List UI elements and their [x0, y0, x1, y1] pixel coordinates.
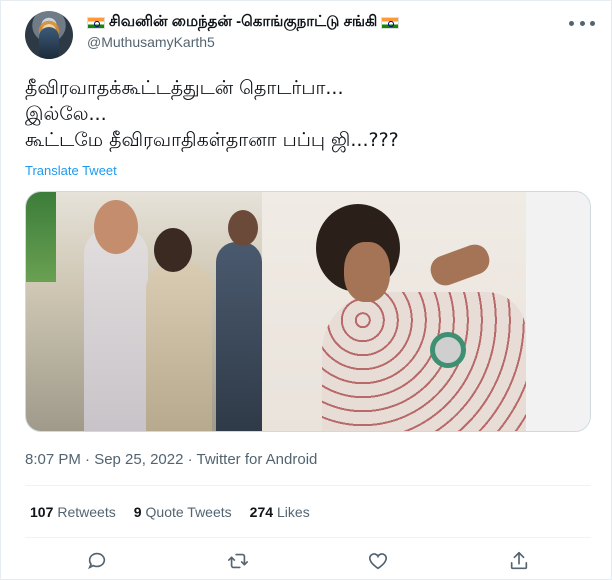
retweet-icon[interactable]: [226, 549, 250, 573]
tweet-text-line: கூட்டமே தீவிரவாதிகள்தானா பப்பு ஜி...???: [25, 129, 399, 151]
translate-tweet-link[interactable]: Translate Tweet: [25, 163, 117, 178]
user-handle[interactable]: @MuthusamyKarth5: [87, 34, 215, 50]
quote-tweets-stat[interactable]: 9 Quote Tweets: [134, 504, 232, 520]
tweet-text: தீவிரவாதக்கூட்டத்துடன் தொடர்பா... இல்லே.…: [25, 75, 595, 153]
media-person-head: [154, 228, 192, 272]
media-person-body: [146, 262, 212, 431]
media-person-body: [216, 242, 262, 431]
media-left-photo: [26, 192, 262, 431]
tweet-timestamp[interactable]: 8:07 PM · Sep 25, 2022 · Twitter for And…: [25, 451, 317, 468]
likes-count: 274: [249, 504, 274, 520]
retweets-stat[interactable]: 107 Retweets: [30, 504, 116, 520]
india-flag-icon: [381, 16, 400, 29]
likes-label: Likes: [277, 504, 310, 520]
retweets-count: 107: [30, 504, 54, 520]
more-icon[interactable]: [569, 13, 595, 33]
tweet-stats: 107 Retweets 9 Quote Tweets 274 Likes: [30, 504, 310, 520]
tweet-actions: [25, 549, 591, 579]
tweet-text-line: இல்லே...: [25, 103, 107, 125]
media-badge: [430, 332, 466, 368]
quote-tweets-label: Quote Tweets: [145, 504, 232, 520]
tweet-card: சிவனின் மைந்தன் -கொங்குநாட்டு சங்கி @Mut…: [0, 0, 612, 580]
share-icon[interactable]: [507, 549, 531, 573]
media-person-face: [344, 242, 390, 302]
more-dot: [579, 20, 585, 26]
likes-stat[interactable]: 274 Likes: [250, 504, 310, 520]
more-dot: [590, 20, 595, 26]
more-dot: [569, 20, 574, 26]
tweet-text-line: தீவிரவாதக்கூட்டத்துடன் தொடர்பா...: [25, 77, 344, 99]
display-name[interactable]: சிவனின் மைந்தன் -கொங்குநாட்டு சங்கி: [109, 13, 377, 32]
media-person-head: [94, 200, 138, 254]
india-flag-icon: [87, 16, 105, 29]
divider: [25, 537, 591, 538]
divider: [25, 485, 591, 486]
avatar[interactable]: [25, 11, 73, 59]
display-name-row[interactable]: சிவனின் மைந்தன் -கொங்குநாட்டு சங்கி: [87, 13, 400, 32]
tweet-media[interactable]: [25, 191, 591, 432]
media-tree: [26, 192, 56, 282]
media-side-bar: [526, 192, 590, 431]
reply-icon[interactable]: [85, 549, 109, 573]
media-person-head: [228, 210, 258, 246]
avatar-figure: [39, 27, 59, 59]
media-person-body: [84, 228, 148, 431]
like-icon[interactable]: [366, 549, 390, 573]
media-person-body: [322, 292, 526, 431]
retweets-label: Retweets: [57, 504, 116, 520]
quote-tweets-count: 9: [133, 504, 142, 520]
